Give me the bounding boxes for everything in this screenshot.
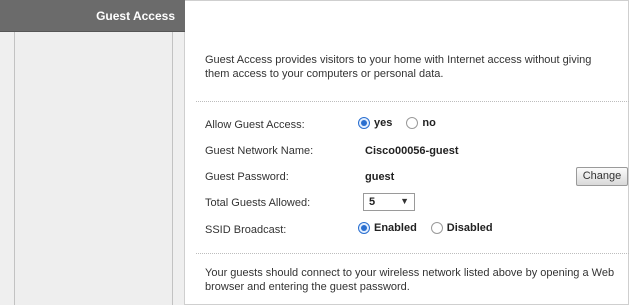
change-password-button[interactable]: Change — [576, 167, 628, 186]
allow-guest-access-label: Allow Guest Access: — [205, 119, 305, 131]
ssid-broadcast-disabled-option[interactable]: Disabled — [430, 222, 493, 234]
footer-text: Your guests should connect to your wirel… — [205, 267, 615, 293]
guest-network-name-label: Guest Network Name: — [205, 145, 314, 157]
section-divider — [196, 101, 629, 102]
ssid-broadcast-disabled-label: Disabled — [446, 222, 493, 234]
total-guests-select[interactable]: 5 ▼ — [363, 193, 415, 211]
ssid-broadcast-radio-group: Enabled Disabled — [358, 222, 507, 234]
total-guests-value: 5 — [369, 196, 376, 208]
allow-guest-access-yes-label: yes — [374, 117, 393, 129]
guest-password-label: Guest Password: — [205, 171, 289, 183]
chevron-down-icon: ▼ — [400, 196, 409, 206]
ssid-broadcast-label: SSID Broadcast: — [205, 224, 287, 236]
total-guests-label: Total Guests Allowed: — [205, 197, 311, 209]
allow-guest-access-yes-option[interactable]: yes — [358, 117, 392, 129]
allow-guest-access-no-label: no — [422, 117, 436, 129]
radio-checked-icon[interactable] — [358, 222, 370, 234]
guest-network-name-value: Cisco00056-guest — [365, 145, 459, 157]
allow-guest-access-no-option[interactable]: no — [406, 117, 436, 129]
radio-checked-icon[interactable] — [358, 117, 370, 129]
allow-guest-access-radio-group: yes no — [358, 117, 450, 129]
ssid-broadcast-enabled-option[interactable]: Enabled — [358, 222, 417, 234]
radio-unchecked-icon[interactable] — [430, 222, 443, 234]
sidebar-header: Guest Access — [0, 0, 185, 32]
guest-password-value: guest — [365, 171, 395, 183]
section-divider — [196, 253, 629, 254]
sidebar: Guest Access — [0, 0, 185, 305]
radio-unchecked-icon[interactable] — [406, 117, 419, 129]
intro-text: Guest Access provides visitors to your h… — [205, 54, 592, 80]
sidebar-title: Guest Access — [96, 9, 175, 23]
ssid-broadcast-enabled-label: Enabled — [374, 222, 417, 234]
sidebar-panel — [14, 32, 173, 305]
